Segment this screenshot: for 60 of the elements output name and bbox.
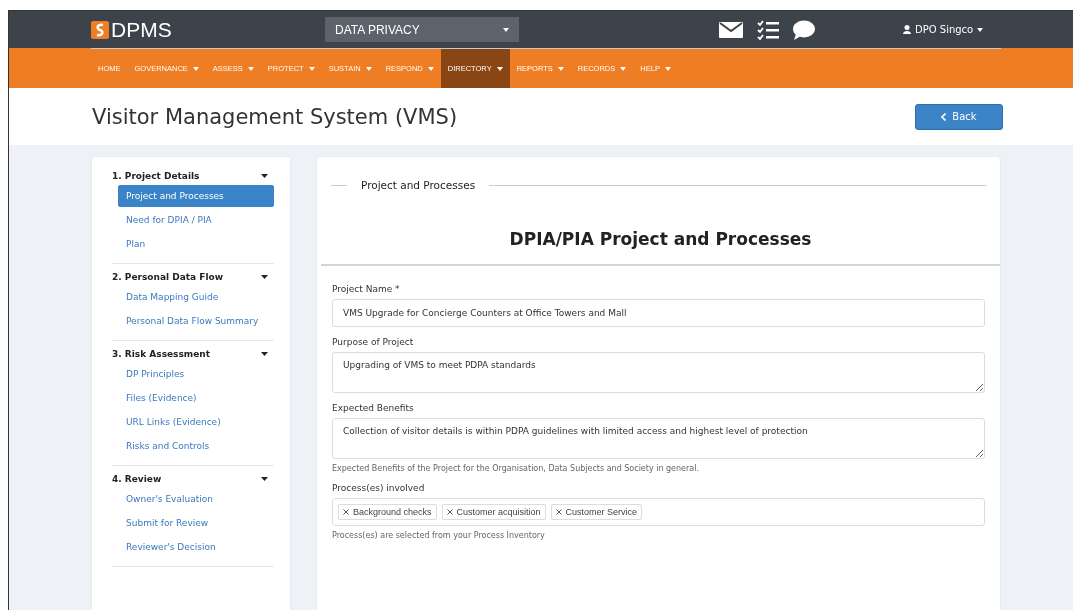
caret-icon [192, 66, 199, 71]
field-label: Expected Benefits [332, 403, 415, 413]
help-text: Expected Benefits of the Project for the Organisation, Data Subjects and Society in general. [332, 464, 700, 473]
page-title: Visitor Management System (VMS) [92, 104, 458, 129]
caret-icon [664, 66, 671, 71]
sidebar-item[interactable]: Risks and Controls [118, 435, 274, 457]
help-text: Process(es) are selected from your Process Inventory [332, 531, 546, 540]
checklist-icon[interactable] [757, 19, 779, 40]
field-label: Project Name * [332, 284, 401, 294]
caret-icon [308, 66, 315, 71]
text-field[interactable]: VMS Upgrade for Concierge Counters at Office Towers and Mall [332, 299, 985, 327]
tag-chip[interactable]: Background checks [338, 504, 437, 520]
caret-icon [620, 66, 627, 71]
field-label: Purpose of Project [332, 337, 415, 347]
text-area[interactable]: Upgrading of VMS to meet PDPA standards [332, 352, 985, 393]
user-icon [903, 25, 911, 34]
sidebar-item[interactable]: Data Mapping Guide [118, 286, 274, 308]
mail-icon[interactable] [719, 20, 743, 39]
caret-icon [365, 66, 372, 71]
caret-icon [427, 66, 434, 71]
chevron-left-icon [941, 112, 947, 121]
chat-icon[interactable] [793, 19, 815, 40]
caret-icon [557, 66, 564, 71]
back-button[interactable]: Back [915, 103, 1003, 130]
caret-icon [261, 275, 268, 279]
sidebar-item[interactable]: Plan [118, 233, 274, 255]
section-title[interactable]: 3. Risk Assessment [112, 349, 210, 359]
remove-icon [343, 509, 349, 515]
sidebar-item[interactable]: DP Principles [118, 363, 274, 385]
user-menu[interactable]: DPO Singco [903, 24, 984, 35]
brand-name: DPMS [111, 19, 172, 40]
caret-icon [496, 66, 503, 71]
caret-icon [261, 477, 268, 481]
tag-chip[interactable]: Customer acquisition [441, 504, 546, 520]
text-area[interactable]: Collection of visitor details is within PDPA guidelines with limited access and highest level of protection [332, 418, 985, 459]
caret-icon [261, 352, 268, 356]
section-legend: Project and Processes [361, 179, 476, 191]
caret-icon [977, 27, 984, 32]
logo-icon [91, 20, 109, 39]
sidebar-item[interactable]: URL Links (Evidence) [118, 411, 274, 433]
sidebar-item[interactable]: Reviewer's Decision [118, 536, 274, 558]
section-title[interactable]: 4. Review [112, 474, 162, 484]
remove-icon [446, 509, 453, 515]
sidebar-item[interactable]: Personal Data Flow Summary [118, 310, 274, 332]
form-heading: DPIA/PIA Project and Processes [321, 229, 1000, 266]
caret-icon [503, 27, 509, 32]
remove-icon [555, 509, 562, 515]
sidebar-item[interactable]: Project and Processes [118, 185, 274, 207]
sidebar-item[interactable]: Files (Evidence) [118, 387, 274, 409]
sidebar-item[interactable]: Submit for Review [118, 512, 274, 534]
module-select[interactable]: DATA PRIVACY [325, 17, 519, 42]
section-title[interactable]: 1. Project Details [112, 171, 200, 181]
caret-icon [261, 174, 268, 178]
field-label: Process(es) involved [332, 483, 426, 493]
tag-field[interactable]: Background checks Customer acquisition Customer Service [332, 498, 985, 526]
sidebar-item[interactable]: Owner's Evaluation [118, 488, 274, 510]
tag-chip[interactable]: Customer Service [550, 504, 643, 520]
caret-icon [247, 66, 254, 71]
sidebar-item[interactable]: Need for DPIA / PIA [118, 209, 274, 231]
section-title[interactable]: 2. Personal Data Flow [112, 272, 223, 282]
